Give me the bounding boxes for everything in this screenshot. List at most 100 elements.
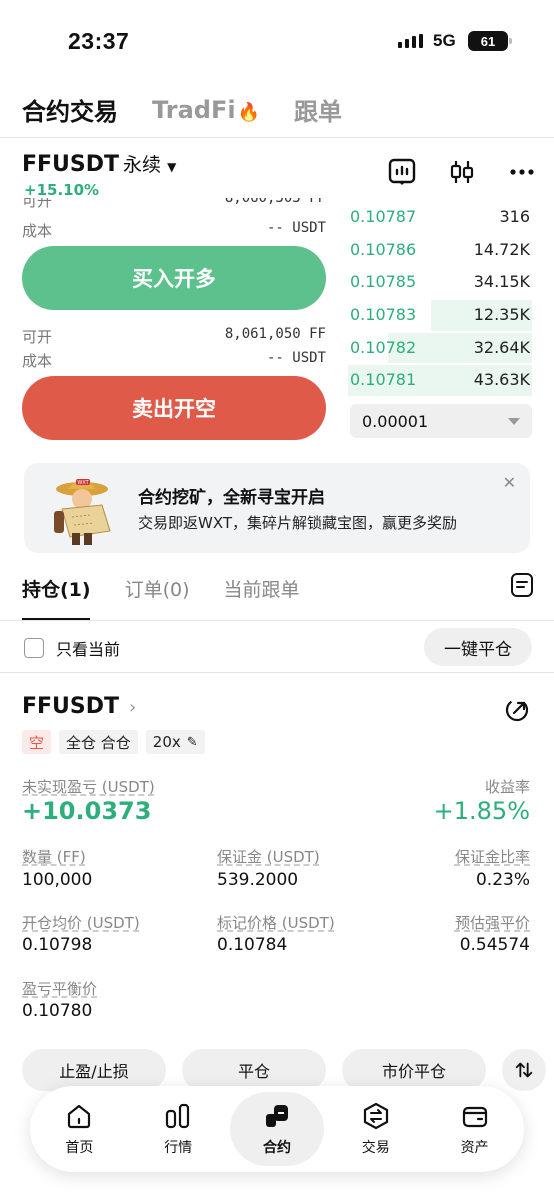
order-book-qty: 43.63K xyxy=(473,370,530,390)
share-icon[interactable] xyxy=(504,697,530,723)
order-book-qty: 14.72K xyxy=(473,239,530,259)
roe-value: +1.85% xyxy=(433,797,530,825)
nav-trade-label: 交易 xyxy=(361,1140,390,1156)
order-book-price: 0.10782 xyxy=(350,337,417,357)
chevron-down-icon xyxy=(508,417,520,425)
order-book-row[interactable]: 0.10781 43.63K xyxy=(348,363,532,397)
order-book: 0.10787 316 0.10786 14.72K 0.10785 34.15K 0.10… xyxy=(348,200,532,397)
entry-price-value: 0.10798 xyxy=(22,935,93,955)
cost-value: -- USDT xyxy=(266,220,326,236)
buy-long-button[interactable]: 买入开多 xyxy=(22,246,326,310)
market-close-button[interactable]: 市价平仓 xyxy=(342,1049,486,1091)
status-bar: 23:37 5G 61 xyxy=(0,0,554,80)
order-book-price: 0.10787 xyxy=(350,206,417,226)
cost-value: -- USDT xyxy=(266,350,326,366)
order-book-row[interactable]: 0.10783 12.35K xyxy=(348,298,532,331)
unrealized-pnl-label: 未实现盈亏 (USDT) xyxy=(22,778,155,796)
sell-short-button[interactable]: 卖出开空 xyxy=(22,376,326,440)
nav-home[interactable]: 首页 xyxy=(32,1092,126,1166)
divider xyxy=(0,620,554,621)
chart-board-icon[interactable] xyxy=(386,156,418,188)
chevron-right-icon: › xyxy=(129,697,137,718)
order-book-qty: 32.64K xyxy=(473,337,530,357)
document-icon[interactable] xyxy=(510,572,534,598)
wallet-icon xyxy=(462,1106,487,1128)
available-label: 可开 xyxy=(22,198,53,210)
position-tabs: 持仓(1) 订单(0) 当前跟单 xyxy=(22,575,300,602)
price-change: +15.10% xyxy=(24,181,100,199)
tab-tradfi-label: TradFi xyxy=(152,95,236,124)
order-book-qty: 34.15K xyxy=(473,272,530,292)
margin-ratio-value: 0.23% xyxy=(475,870,530,890)
nav-trade[interactable]: 交易 xyxy=(329,1092,423,1166)
nav-market[interactable]: 行情 xyxy=(131,1092,225,1166)
leverage-value: 20x xyxy=(152,733,181,751)
banner-title: 合约挖矿，全新寻宝开启 xyxy=(138,488,325,508)
breakeven-label: 盈亏平衡价 xyxy=(22,980,98,998)
banner-badge: WXT xyxy=(77,480,89,486)
position-symbol-name: FFUSDT xyxy=(22,694,120,719)
close-icon[interactable]: ✕ xyxy=(503,473,516,492)
candlestick-icon[interactable] xyxy=(446,156,478,188)
top-tabs: 合约交易 TradFi 🔥 跟单 xyxy=(22,92,342,127)
position-symbol[interactable]: FFUSDT › xyxy=(22,694,136,719)
size-label: 数量 (FF) xyxy=(22,848,86,866)
precision-select[interactable]: 0.00001 xyxy=(350,404,532,438)
close-position-button[interactable]: 平仓 xyxy=(182,1049,326,1091)
tab-current-copy[interactable]: 当前跟单 xyxy=(224,575,300,602)
unrealized-pnl-value: +10.0373 xyxy=(22,797,152,825)
only-current-label: 只看当前 xyxy=(56,640,121,659)
nav-futures[interactable]: 合约 xyxy=(229,1092,324,1166)
nav-futures-label: 合约 xyxy=(262,1140,291,1156)
margin-label: 保证金 (USDT) xyxy=(217,848,320,866)
promo-banner[interactable]: WXT 合约挖矿，全新寻宝开启 交易即返WXT，集碎片解锁藏宝图，赢更多奖励 ✕ xyxy=(24,463,530,553)
mark-price-label: 标记价格 (USDT) xyxy=(217,914,335,932)
flame-icon: 🔥 xyxy=(237,101,260,123)
market-icon xyxy=(166,1103,190,1129)
sell-form: 可开 8,061,050 FF 成本 -- USDT xyxy=(22,326,326,372)
margin-ratio-label: 保证金比率 xyxy=(454,848,530,866)
only-current-toggle[interactable]: 只看当前 xyxy=(24,636,120,660)
roe-label: 收益率 xyxy=(484,778,530,796)
futures-icon xyxy=(265,1105,288,1127)
cost-label: 成本 xyxy=(22,352,53,370)
reverse-icon[interactable] xyxy=(502,1049,546,1091)
battery-level: 61 xyxy=(480,33,496,49)
order-book-price: 0.10781 xyxy=(350,370,417,390)
clock: 23:37 xyxy=(68,28,130,54)
close-all-button[interactable]: 一键平仓 xyxy=(424,628,532,666)
nav-home-label: 首页 xyxy=(65,1140,94,1156)
order-book-price: 0.10785 xyxy=(350,272,417,292)
symbol-selector[interactable]: FFUSDT 永续 ▼ xyxy=(22,150,176,177)
nav-market-label: 行情 xyxy=(164,1140,193,1156)
tp-sl-button[interactable]: 止盈/止损 xyxy=(22,1049,166,1091)
available-label: 可开 xyxy=(22,328,53,346)
order-book-row[interactable]: 0.10786 14.72K xyxy=(348,233,532,266)
margin-mode-tag: 全仓 合仓 xyxy=(59,730,138,754)
symbol-name: FFUSDT xyxy=(22,152,120,177)
tab-futures[interactable]: 合约交易 xyxy=(22,92,118,127)
tab-copy-trading[interactable]: 跟单 xyxy=(294,92,342,127)
leverage-tag[interactable]: 20x ✎ xyxy=(145,730,205,754)
order-book-row[interactable]: 0.10787 316 xyxy=(348,200,532,233)
order-book-row[interactable]: 0.10782 32.64K xyxy=(348,331,532,364)
battery-icon: 61 xyxy=(468,31,512,51)
tab-tradfi[interactable]: TradFi 🔥 xyxy=(152,96,260,124)
buy-form: 可开 8,060,303 FF 成本 -- USDT xyxy=(22,198,326,242)
size-value: 100,000 xyxy=(22,870,93,890)
checkbox[interactable] xyxy=(24,638,44,658)
side-tag: 空 xyxy=(22,730,52,754)
more-icon[interactable] xyxy=(506,156,538,188)
order-book-price: 0.10786 xyxy=(350,239,417,259)
divider xyxy=(0,672,554,673)
breakeven-value: 0.10780 xyxy=(22,1001,93,1021)
tab-orders[interactable]: 订单(0) xyxy=(125,575,190,602)
order-book-row[interactable]: 0.10785 34.15K xyxy=(348,265,532,298)
tab-positions[interactable]: 持仓(1) xyxy=(22,575,91,602)
treasure-explorer-icon: WXT xyxy=(46,469,126,549)
available-value: 8,060,303 FF xyxy=(224,198,326,206)
nav-assets[interactable]: 资产 xyxy=(428,1092,522,1166)
header-actions xyxy=(386,156,538,188)
trade-icon xyxy=(363,1102,388,1130)
margin-value: 539.2000 xyxy=(217,870,299,890)
